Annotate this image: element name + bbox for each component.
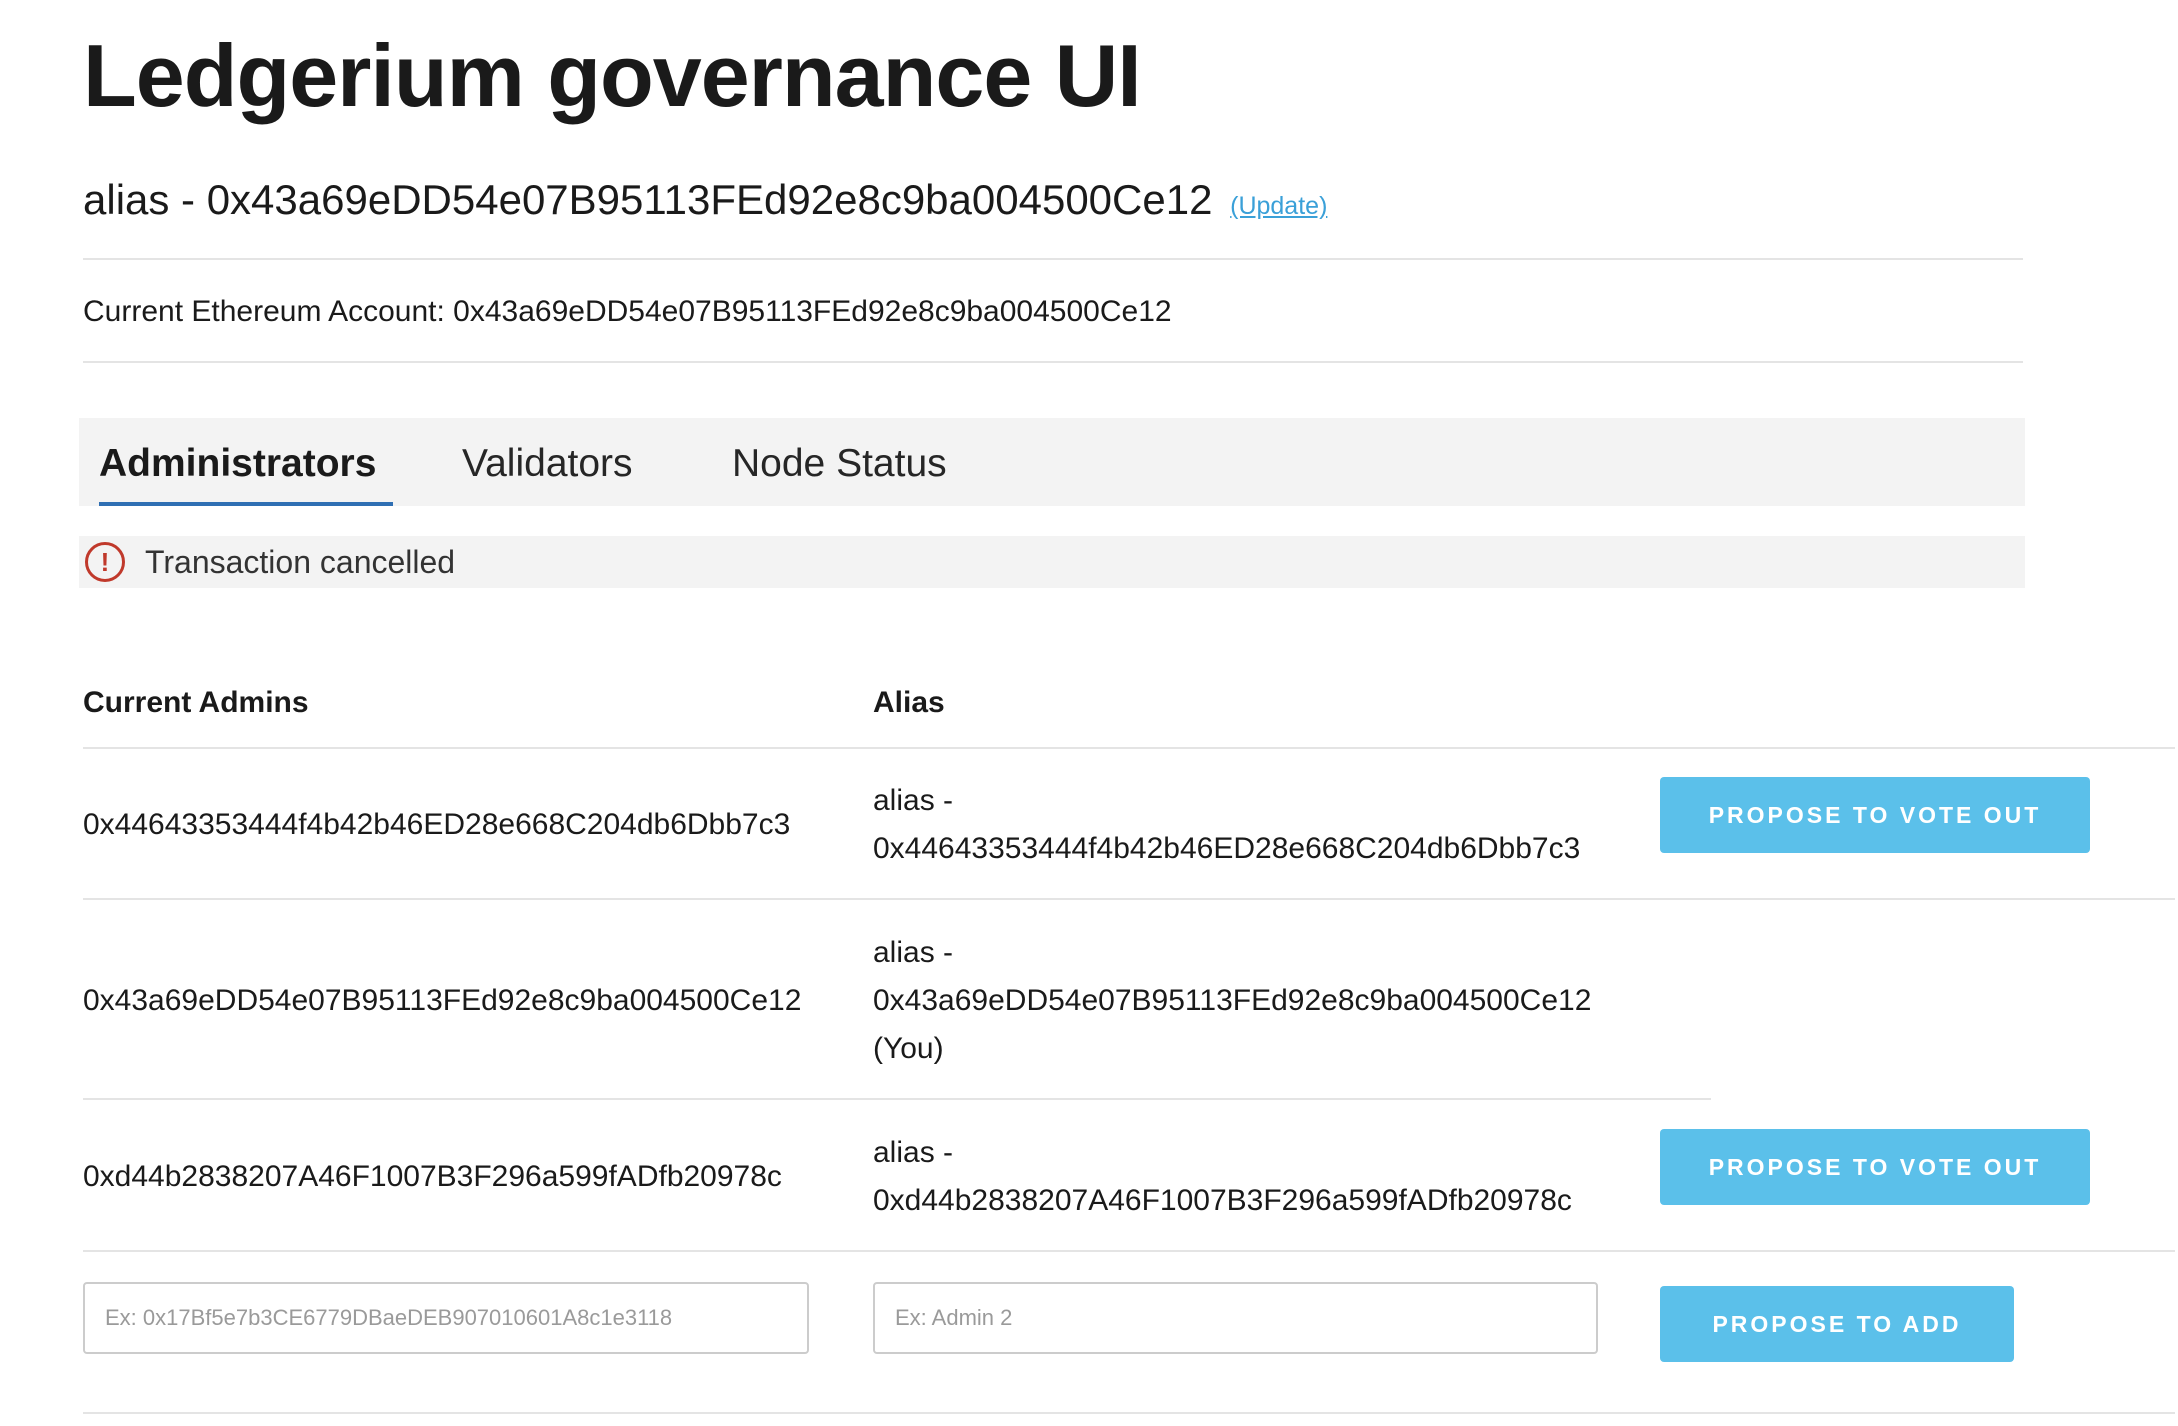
column-header-admins: Current Admins: [83, 686, 309, 719]
divider: [83, 361, 2023, 363]
divider: [1711, 747, 2175, 749]
divider: [1711, 898, 2175, 900]
divider: [841, 1250, 1711, 1252]
admin-alias-label: alias -: [873, 1136, 954, 1169]
tab-node-status[interactable]: Node Status: [732, 442, 947, 486]
divider: [841, 1412, 1711, 1414]
admin-alias-label: alias -: [873, 784, 954, 817]
new-admin-address-input[interactable]: [83, 1282, 809, 1354]
propose-to-add-button[interactable]: PROPOSE TO ADD: [1660, 1286, 2014, 1362]
divider: [83, 258, 2023, 260]
admin-alias-value: 0xd44b2838207A46F1007B3F296a599fADfb2097…: [873, 1184, 1572, 1217]
divider: [841, 1098, 1711, 1100]
new-admin-alias-input[interactable]: [873, 1282, 1598, 1354]
propose-vote-out-button[interactable]: PROPOSE TO VOTE OUT: [1660, 1129, 2090, 1205]
you-indicator: (You): [873, 1032, 944, 1065]
page-title: Ledgerium governance UI: [83, 26, 1142, 125]
divider: [841, 898, 1711, 900]
divider: [83, 1412, 841, 1414]
transaction-alert: ! Transaction cancelled: [79, 536, 2025, 588]
admin-alias-value: 0x43a69eDD54e07B95113FEd92e8c9ba004500Ce…: [873, 984, 1592, 1017]
account-alias: alias - 0x43a69eDD54e07B95113FEd92e8c9ba…: [83, 176, 1327, 224]
admin-address: 0xd44b2838207A46F1007B3F296a599fADfb2097…: [83, 1160, 782, 1193]
divider: [1711, 1250, 2175, 1252]
update-alias-link[interactable]: (Update): [1230, 192, 1327, 220]
divider: [83, 1098, 841, 1100]
tab-administrators[interactable]: Administrators: [99, 442, 376, 486]
exclamation-circle-icon: !: [85, 542, 125, 582]
tab-bar: Administrators Validators Node Status: [79, 418, 2025, 506]
divider: [83, 1250, 841, 1252]
tab-validators[interactable]: Validators: [462, 442, 633, 486]
admin-address: 0x43a69eDD54e07B95113FEd92e8c9ba004500Ce…: [83, 984, 802, 1017]
admin-alias-value: 0x44643353444f4b42b46ED28e668C204db6Dbb7…: [873, 832, 1581, 865]
alert-message: Transaction cancelled: [145, 544, 456, 580]
column-header-alias: Alias: [873, 686, 945, 719]
propose-vote-out-button[interactable]: PROPOSE TO VOTE OUT: [1660, 777, 2090, 853]
alias-text: alias - 0x43a69eDD54e07B95113FEd92e8c9ba…: [83, 176, 1213, 223]
active-tab-indicator: [99, 502, 393, 506]
divider: [841, 747, 1711, 749]
divider: [1711, 1412, 2175, 1414]
divider: [83, 898, 841, 900]
admin-address: 0x44643353444f4b42b46ED28e668C204db6Dbb7…: [83, 808, 791, 841]
admin-alias-label: alias -: [873, 936, 954, 969]
current-account: Current Ethereum Account: 0x43a69eDD54e0…: [83, 295, 1172, 328]
divider: [83, 747, 841, 749]
